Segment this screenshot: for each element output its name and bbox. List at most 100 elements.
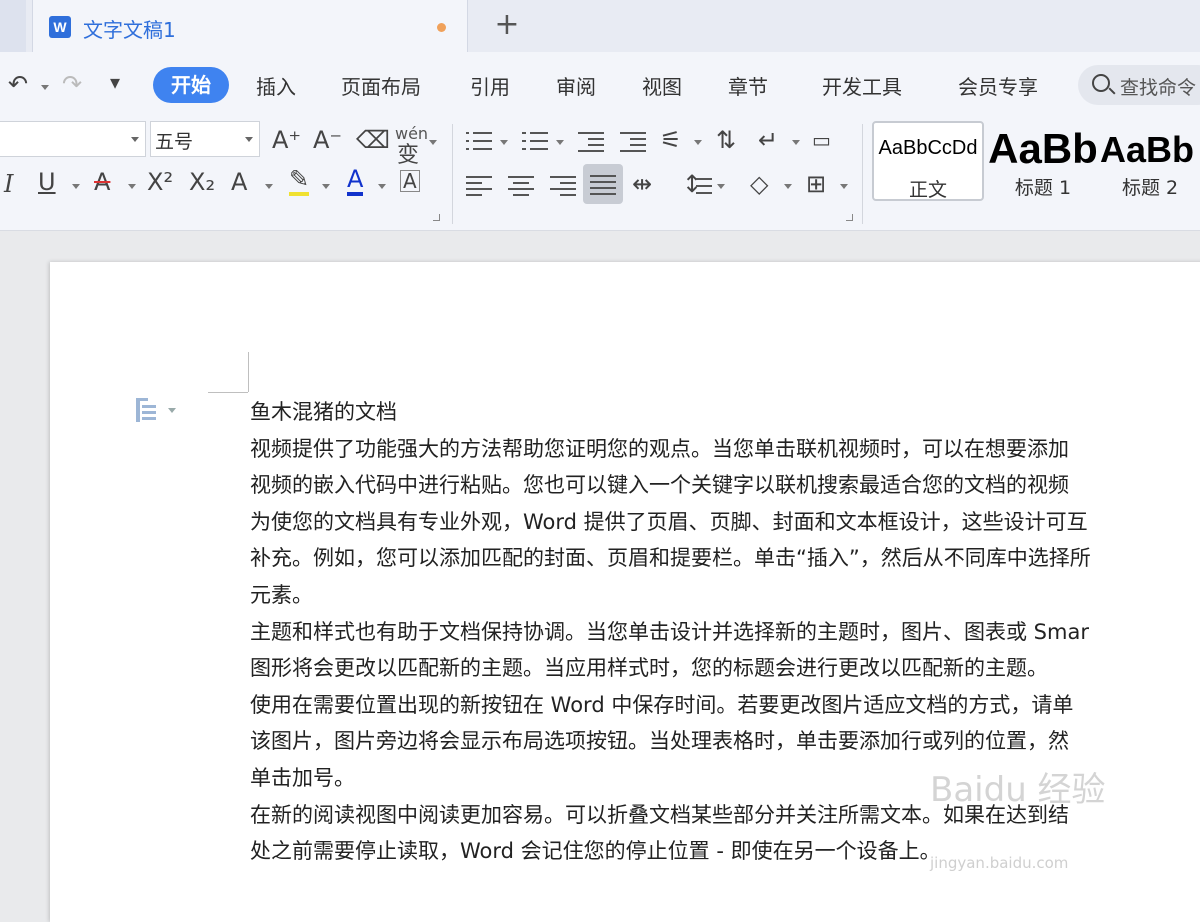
doc-line: 主题和样式也有助于文档保持协调。当您单击设计并选择新的主题时，图片、图表或 Sm… [250, 619, 1089, 644]
font-group-dialog-launcher[interactable] [433, 214, 440, 221]
superscript-icon[interactable]: X² [147, 168, 173, 196]
shrink-font-icon[interactable]: A⁻ [313, 126, 342, 154]
text-effect-icon[interactable]: A [231, 168, 247, 196]
command-search[interactable]: 查找命令 [1078, 65, 1200, 105]
menu-page-layout[interactable]: 页面布局 [341, 71, 421, 100]
style-name: 标题 1 [1014, 177, 1072, 199]
sort-icon[interactable]: ⇅ [716, 126, 736, 154]
chevron-down-icon [131, 137, 139, 142]
decrease-indent-icon[interactable] [578, 130, 604, 152]
chinese-layout-icon[interactable]: ⚟ [660, 126, 682, 154]
baidu-watermark-url: jingyan.baidu.com [930, 854, 1069, 872]
style-heading-1[interactable]: AaBb 标题 1 [986, 121, 1100, 201]
customize-toolbar-icon[interactable]: ▾ [110, 70, 120, 94]
show-marks-icon[interactable]: ↵ [758, 126, 778, 154]
font-color-dropdown-icon[interactable] [378, 184, 386, 189]
margin-marker [208, 392, 248, 393]
highlight-dropdown-icon[interactable] [322, 184, 330, 189]
strikethrough-dropdown-icon[interactable] [128, 184, 136, 189]
style-preview: AaBbCcDd [878, 137, 978, 159]
chevron-down-icon [245, 137, 253, 142]
borders-icon[interactable]: ⊞ [806, 170, 826, 198]
doc-line: 该图片，图片旁边将会显示布局选项按钮。当处理表格时，单击要添加行或列的位置，然 [250, 729, 1069, 754]
pinyin-char-icon: 变 [397, 143, 420, 168]
bullet-dropdown-icon[interactable] [500, 140, 508, 145]
table-grid-icon[interactable]: ▭ [812, 126, 831, 154]
font-size-select[interactable]: 五号 [150, 121, 260, 157]
pinyin-guide-icon[interactable]: wén [395, 126, 428, 142]
group-divider [862, 124, 863, 224]
pinyin-dropdown-icon[interactable] [429, 140, 437, 145]
style-heading-2[interactable]: AaBb 标题 2 [1100, 121, 1200, 201]
search-icon [1092, 74, 1110, 92]
shading-icon[interactable]: ◇ [750, 170, 768, 198]
group-divider [452, 124, 453, 224]
grow-font-icon[interactable]: A⁺ [272, 126, 301, 154]
align-right-icon[interactable] [550, 174, 576, 196]
borders-dropdown-icon[interactable] [840, 184, 848, 189]
chinese-layout-dropdown-icon[interactable] [694, 140, 702, 145]
menu-insert[interactable]: 插入 [256, 71, 296, 100]
strikethrough-icon[interactable]: A [94, 168, 110, 196]
align-center-icon[interactable] [508, 174, 534, 196]
show-marks-dropdown-icon[interactable] [792, 140, 800, 145]
doc-line: 视频提供了功能强大的方法帮助您证明您的观点。当您单击联机视频时，可以在想要添加 [250, 436, 1069, 461]
menu-bar: ↶ ↷ ▾ 开始 插入 页面布局 引用 审阅 视图 章节 开发工具 会员专享 查… [0, 52, 1200, 118]
underline-dropdown-icon[interactable] [72, 184, 80, 189]
clear-format-icon[interactable]: ⌫ [356, 126, 390, 154]
numbered-list-icon[interactable] [522, 130, 548, 152]
paragraph-layout-icon[interactable] [136, 398, 156, 422]
justify-button[interactable] [583, 164, 623, 204]
paragraph-group-dialog-launcher[interactable] [846, 214, 853, 221]
font-name-select[interactable] [0, 121, 146, 157]
italic-icon[interactable]: I [4, 170, 13, 198]
shading-dropdown-icon[interactable] [784, 184, 792, 189]
style-name: 标题 2 [1122, 177, 1179, 199]
search-placeholder: 查找命令 [1120, 77, 1197, 99]
distributed-align-icon[interactable]: ⇹ [632, 170, 652, 198]
menu-section[interactable]: 章节 [728, 71, 768, 100]
tab-bar: W 文字文稿1 + [0, 0, 1200, 52]
doc-line: 图形将会更改以匹配新的主题。当应用样式时，您的标题会进行更改以匹配新的主题。 [250, 656, 1048, 681]
tab-document[interactable]: W 文字文稿1 [32, 0, 468, 52]
style-normal[interactable]: AaBbCcDd 正文 [872, 121, 984, 201]
menu-developer[interactable]: 开发工具 [822, 71, 902, 100]
undo-icon[interactable]: ↶ [8, 70, 28, 98]
menu-start[interactable]: 开始 [153, 67, 229, 103]
doc-line: 元素。 [250, 582, 313, 607]
style-preview: AaBb [1100, 129, 1195, 170]
ribbon-home: 五号 A⁺ A⁻ ⌫ wén 变 I U A X² X₂ A ✎ A A ⚟ ⇅… [0, 118, 1200, 231]
doc-line: 补充。例如，您可以添加匹配的封面、页眉和提要栏。单击“插入”，然后从不同库中选择… [250, 546, 1091, 571]
subscript-icon[interactable]: X₂ [189, 168, 215, 196]
line-spacing-lines-icon [696, 176, 712, 198]
style-name: 正文 [908, 179, 947, 201]
underline-icon[interactable]: U [38, 168, 56, 196]
unsaved-indicator [437, 23, 446, 32]
increase-indent-icon[interactable] [620, 130, 646, 152]
menu-references[interactable]: 引用 [470, 71, 510, 100]
doc-title: 鱼木混猪的文档 [250, 400, 397, 424]
baidu-watermark: Baidu 经验 [930, 770, 1106, 810]
previous-tab-stub[interactable] [0, 0, 26, 52]
document-page[interactable]: 鱼木混猪的文档 视频提供了功能强大的方法帮助您证明您的观点。当您单击联机视频时，… [50, 262, 1200, 922]
redo-icon[interactable]: ↷ [62, 70, 82, 98]
style-preview: AaBb [988, 125, 1098, 172]
tab-title: 文字文稿1 [83, 18, 176, 42]
doc-line: 使用在需要位置出现的新按钮在 Word 中保存时间。若要更改图片适应文档的方式，… [250, 692, 1074, 717]
align-left-icon[interactable] [466, 174, 492, 196]
font-color-icon[interactable]: A [347, 166, 364, 196]
paragraph-layout-dropdown-icon[interactable] [168, 408, 176, 413]
new-tab-button[interactable]: + [492, 10, 522, 40]
highlight-icon[interactable]: ✎ [289, 166, 310, 196]
char-border-icon[interactable]: A [400, 170, 420, 192]
line-spacing-dropdown-icon[interactable] [717, 184, 725, 189]
menu-review[interactable]: 审阅 [556, 71, 596, 100]
menu-member[interactable]: 会员专享 [958, 71, 1038, 100]
bullet-list-icon[interactable] [466, 130, 492, 152]
numbering-dropdown-icon[interactable] [556, 140, 564, 145]
menu-view[interactable]: 视图 [642, 71, 682, 100]
undo-dropdown-icon[interactable] [41, 85, 49, 90]
justify-icon [590, 173, 616, 195]
text-effect-dropdown-icon[interactable] [265, 184, 273, 189]
doc-line: 为使您的文档具有专业外观，Word 提供了页眉、页脚、封面和文本框设计，这些设计… [250, 509, 1088, 534]
